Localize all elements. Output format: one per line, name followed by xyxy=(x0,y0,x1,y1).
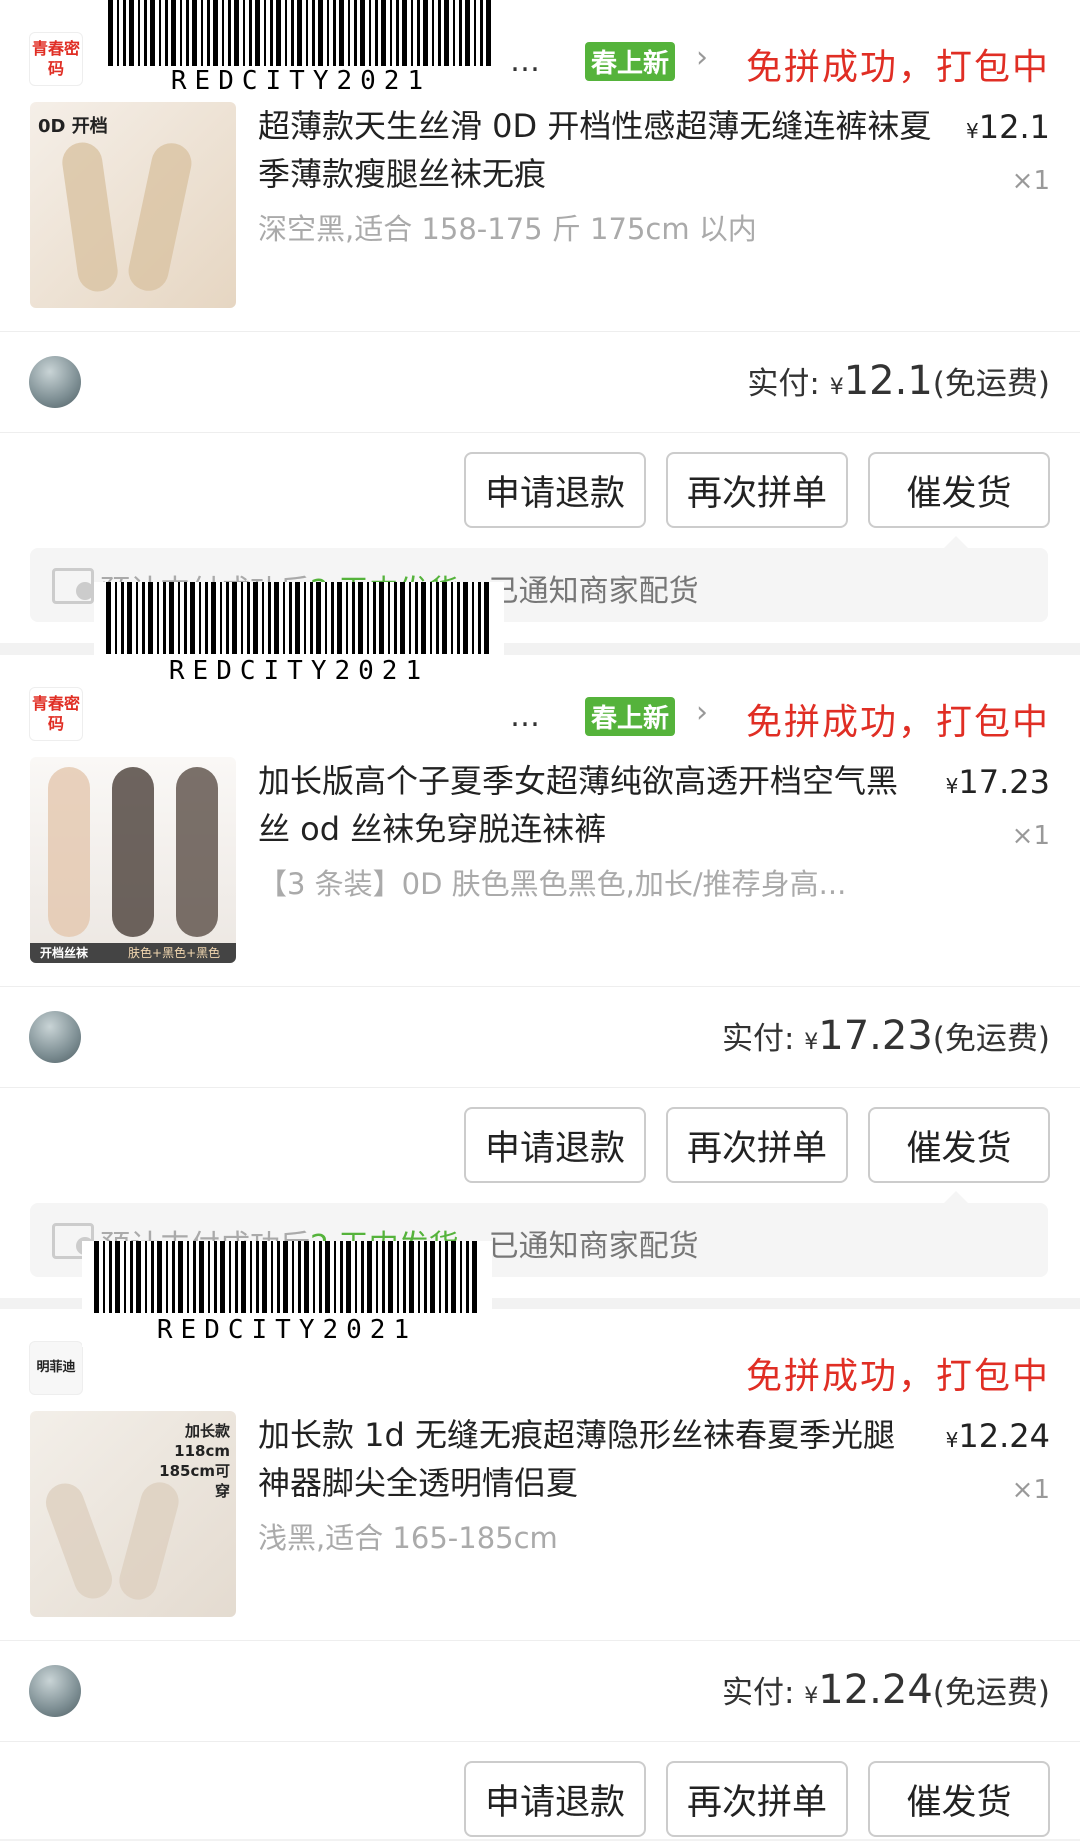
notice-caret xyxy=(944,1191,968,1203)
product-image[interactable]: 加长款 118cm 185cm可穿 xyxy=(30,1411,236,1617)
product-row[interactable]: 开档丝袜 肤色+黑色+黑色 加长版高个子夏季女超薄纯欲高透开档空气黑丝 od 丝袜… xyxy=(0,757,1080,967)
payment-row: 实付: ¥12.24(免运费) xyxy=(0,1641,1080,1741)
shop-name-ellipsis: … xyxy=(510,44,540,79)
product-row[interactable]: 0D 开档 超薄款天生丝滑 0D 开档性感超薄无缝连裤袜夏季薄款瘦腿丝袜无痕 ¥… xyxy=(0,102,1080,312)
barcode-text: REDCITY2021 xyxy=(156,1315,418,1345)
paid-value: 17.23 xyxy=(818,1013,933,1059)
urge-shipping-button[interactable]: 催发货 xyxy=(868,452,1050,528)
product-price: ¥12.1 xyxy=(966,108,1050,146)
price-value: 12.24 xyxy=(958,1417,1050,1455)
product-qty: ×1 xyxy=(1011,821,1050,851)
leg-shape xyxy=(112,767,154,937)
action-buttons: 申请退款 再次拼单 催发货 xyxy=(464,452,1050,532)
price-value: 12.1 xyxy=(978,108,1050,146)
product-image-label: 0D 开档 xyxy=(38,116,108,137)
barcode-bars xyxy=(106,582,492,654)
currency-symbol: ¥ xyxy=(804,1684,819,1709)
shipping-note: (免运费) xyxy=(932,1021,1050,1057)
product-qty: ×1 xyxy=(1011,1475,1050,1505)
leg-shape xyxy=(115,1478,183,1604)
divider xyxy=(0,1741,1080,1742)
paid-amount: 实付: ¥12.24(免运费) xyxy=(722,1667,1050,1713)
chevron-right-icon[interactable]: › xyxy=(696,695,708,730)
currency-symbol: ¥ xyxy=(966,119,979,143)
notice-post: ，已通知商家配货 xyxy=(458,1229,699,1264)
leg-shape xyxy=(48,767,90,937)
avatar[interactable] xyxy=(29,356,81,408)
product-image[interactable]: 开档丝袜 肤色+黑色+黑色 xyxy=(30,757,236,963)
product-price: ¥17.23 xyxy=(946,763,1050,801)
barcode-overlay: REDCITY2021 xyxy=(96,0,506,98)
barcode-overlay: REDCITY2021 xyxy=(82,1241,492,1347)
leg-shape xyxy=(124,139,196,295)
payment-row: 实付: ¥12.1(免运费) xyxy=(0,332,1080,432)
shipping-note: (免运费) xyxy=(932,1675,1050,1711)
product-title: 加长款 1d 无缝无痕超薄隐形丝袜春夏季光腿神器脚尖全透明情侣夏 xyxy=(258,1416,896,1502)
order-card: 明菲迪 免拼成功，打包中 加长款 118cm 185cm可穿 加长款 1d 无缝… xyxy=(0,1309,1080,1839)
shop-logo: 明菲迪 xyxy=(29,1341,83,1395)
leg-shape xyxy=(59,139,121,295)
image-strip-sub: 肤色+黑色+黑色 xyxy=(128,946,221,960)
shipping-note: (免运费) xyxy=(932,366,1050,402)
reorder-button[interactable]: 再次拼单 xyxy=(666,452,848,528)
order-status: 免拼成功，打包中 xyxy=(745,702,1050,743)
price-value: 17.23 xyxy=(958,763,1050,801)
product-spec: 【3 条装】0D 肤色黑色黑色,加长/推荐身高... xyxy=(258,867,847,901)
refund-button[interactable]: 申请退款 xyxy=(464,1761,646,1837)
barcode-bars xyxy=(108,0,494,66)
refund-button[interactable]: 申请退款 xyxy=(464,1107,646,1183)
shop-name-ellipsis: … xyxy=(510,699,540,734)
spring-new-tag[interactable]: 春上新 xyxy=(585,697,676,736)
barcode-text: REDCITY2021 xyxy=(170,66,432,96)
spring-new-tag[interactable]: 春上新 xyxy=(585,42,676,81)
paid-label: 实付: xyxy=(721,1675,795,1711)
paid-value: 12.1 xyxy=(843,358,933,404)
product-spec: 浅黑,适合 165-185cm xyxy=(258,1521,558,1555)
truck-wheel-icon xyxy=(76,582,94,600)
refund-button[interactable]: 申请退款 xyxy=(464,452,646,528)
urge-shipping-button[interactable]: 催发货 xyxy=(868,1761,1050,1837)
shop-logo: 青春密码 xyxy=(29,32,83,86)
currency-symbol: ¥ xyxy=(804,1030,819,1055)
barcode-bars xyxy=(94,1241,480,1313)
currency-symbol: ¥ xyxy=(945,774,959,798)
paid-value: 12.24 xyxy=(818,1667,933,1713)
order-card: 青春密码 … 春上新 › 免拼成功，打包中 开档丝袜 肤色+黑色+黑色 加长版高个… xyxy=(0,655,1080,1347)
product-image[interactable]: 0D 开档 xyxy=(30,102,236,308)
product-title: 超薄款天生丝滑 0D 开档性感超薄无缝连裤袜夏季薄款瘦腿丝袜无痕 xyxy=(258,107,932,193)
leg-shape xyxy=(40,1478,118,1604)
divider xyxy=(0,1087,1080,1088)
leg-shape xyxy=(176,767,218,937)
product-qty: ×1 xyxy=(1011,166,1050,196)
product-title: 加长版高个子夏季女超薄纯欲高透开档空气黑丝 od 丝袜免穿脱连袜裤 xyxy=(258,762,899,848)
paid-amount: 实付: ¥12.1(免运费) xyxy=(747,358,1050,404)
currency-symbol: ¥ xyxy=(945,1428,959,1452)
order-status: 免拼成功，打包中 xyxy=(745,1356,1050,1397)
reorder-button[interactable]: 再次拼单 xyxy=(666,1107,848,1183)
divider xyxy=(0,432,1080,433)
barcode-overlay: REDCITY2021 xyxy=(94,582,504,688)
product-image-strip: 开档丝袜 肤色+黑色+黑色 xyxy=(30,943,236,963)
barcode-text: REDCITY2021 xyxy=(168,656,430,686)
notice-caret xyxy=(944,536,968,548)
order-card: 青春密码 … 春上新 › 免拼成功，打包中 REDCITY2021 0D 开档 … xyxy=(0,0,1080,688)
product-row[interactable]: 加长款 118cm 185cm可穿 加长款 1d 无缝无痕超薄隐形丝袜春夏季光腿… xyxy=(0,1411,1080,1621)
shop-logo: 青春密码 xyxy=(29,687,83,741)
avatar[interactable] xyxy=(29,1011,81,1063)
reorder-button[interactable]: 再次拼单 xyxy=(666,1761,848,1837)
action-buttons: 申请退款 再次拼单 催发货 xyxy=(464,1761,1050,1841)
image-strip-label: 开档丝袜 xyxy=(40,946,89,960)
order-status: 免拼成功，打包中 xyxy=(745,47,1050,88)
product-spec: 深空黑,适合 158-175 斤 175cm 以内 xyxy=(258,212,757,246)
urge-shipping-button[interactable]: 催发货 xyxy=(868,1107,1050,1183)
paid-label: 实付: xyxy=(721,1021,795,1057)
chevron-right-icon[interactable]: › xyxy=(696,40,708,75)
currency-symbol: ¥ xyxy=(829,375,844,400)
payment-row: 实付: ¥17.23(免运费) xyxy=(0,987,1080,1087)
product-price: ¥12.24 xyxy=(946,1417,1050,1455)
paid-amount: 实付: ¥17.23(免运费) xyxy=(722,1013,1050,1059)
action-buttons: 申请退款 再次拼单 催发货 xyxy=(464,1107,1050,1187)
paid-label: 实付: xyxy=(747,366,820,402)
avatar[interactable] xyxy=(29,1665,81,1717)
